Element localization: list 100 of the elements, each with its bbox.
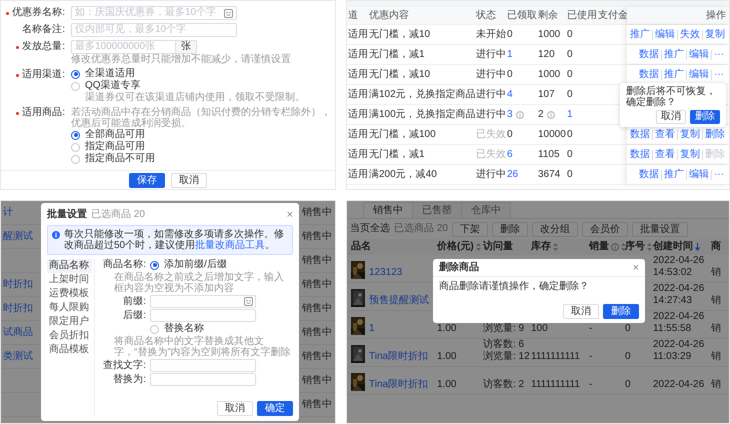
action-link[interactable]: 推广	[661, 170, 686, 180]
cancel-button[interactable]: 取消	[171, 172, 207, 188]
action-link[interactable]: 数据	[628, 150, 652, 160]
menu-item[interactable]: 会员折扣	[47, 329, 92, 343]
field-label: 替换为:	[112, 374, 146, 386]
tool-link[interactable]: 批量改商品工具	[195, 240, 266, 251]
hint-text: 若活动商品中存在分销商品（知识付费的分销专栏除外），优惠后可能造成利润受损。	[71, 107, 332, 129]
action-link[interactable]: 编辑	[686, 170, 711, 180]
radio-button[interactable]	[150, 324, 159, 334]
table-cell: 2	[538, 108, 544, 120]
action-link[interactable]: ···	[711, 70, 726, 80]
confirm-button[interactable]: 确定	[257, 401, 293, 416]
cancel-button[interactable]: 取消	[656, 110, 686, 124]
action-link[interactable]: 失效	[677, 30, 702, 40]
menu-item[interactable]: 限定用户	[47, 315, 92, 329]
menu-item[interactable]: 商品名称	[47, 259, 92, 273]
menu-item[interactable]: 商品模板	[47, 343, 92, 357]
product-link[interactable]: 1	[369, 323, 375, 335]
toolbar-button[interactable]: 改分组	[532, 222, 578, 236]
input-field[interactable]	[150, 295, 256, 308]
product-link[interactable]: 计	[1, 206, 41, 218]
radio-button[interactable]	[71, 82, 80, 90]
close-button[interactable]: ×	[286, 209, 293, 221]
action-link[interactable]: ···	[711, 50, 726, 60]
table-cell: 进行中	[476, 168, 506, 180]
table-cell: 0	[507, 68, 513, 80]
table-cell: 1000	[538, 68, 560, 80]
toolbar-button[interactable]: 会员价	[582, 222, 628, 236]
radio-button[interactable]	[150, 260, 159, 270]
product-link[interactable]: Tina限时折扣	[369, 351, 428, 363]
tab[interactable]: 销售中	[363, 202, 413, 218]
action-link[interactable]: 推广	[628, 30, 652, 40]
action-link[interactable]: 编辑	[686, 70, 711, 80]
product-link[interactable]: 类测试	[1, 350, 41, 362]
table-cell: 进行中	[476, 108, 506, 120]
close-button[interactable]: ×	[632, 262, 639, 274]
action-link[interactable]: 数据	[628, 130, 652, 140]
action-link[interactable]: 查看	[652, 150, 677, 160]
action-link[interactable]: 复制	[702, 30, 727, 40]
product-link[interactable]: 时折扣	[1, 278, 41, 290]
product-link[interactable]: 时折扣	[1, 302, 41, 314]
cancel-button[interactable]: 取消	[217, 401, 253, 416]
tab[interactable]: 已售罄	[412, 202, 462, 218]
count-link[interactable]: 26	[507, 168, 518, 180]
input-field[interactable]	[150, 373, 256, 386]
menu-item[interactable]: 上架时间	[47, 273, 92, 287]
table-cell-text: 浏览量: 9	[483, 323, 526, 335]
cancel-button[interactable]: 取消	[563, 304, 599, 319]
action-link[interactable]: ···	[711, 170, 726, 180]
toolbar-button[interactable]: 删除	[492, 222, 528, 236]
table-cell-text: 销售中	[301, 206, 333, 218]
field-label: 适用渠道:	[22, 69, 65, 81]
table-cell-text: 销售中	[301, 302, 333, 314]
delete-button[interactable]: 删除	[690, 110, 720, 124]
count-link[interactable]: 4	[507, 88, 513, 100]
product-link[interactable]: 预售提醒测试	[369, 295, 429, 307]
radio-button[interactable]	[71, 154, 80, 164]
product-link[interactable]: 123123	[369, 267, 402, 279]
table-cell-text: 销售中	[301, 350, 333, 362]
count-link[interactable]: 6	[507, 148, 513, 160]
table-cell: 进行中	[476, 88, 506, 100]
action-link[interactable]: 编辑	[686, 50, 711, 60]
table-cell-text: 销	[711, 267, 722, 279]
action-link[interactable]: 数据	[637, 70, 661, 80]
delete-button[interactable]: 删除	[603, 304, 639, 319]
input-field[interactable]	[150, 359, 256, 372]
table-cell: 已失效	[476, 128, 506, 140]
save-button[interactable]: 保存	[129, 172, 165, 188]
action-link[interactable]: 删除	[702, 130, 727, 140]
count-link[interactable]: 3	[507, 108, 513, 120]
table-cell: 进行中	[476, 48, 506, 60]
info-icon	[52, 231, 60, 239]
select-all-link[interactable]: 当页全选	[350, 223, 390, 235]
product-link[interactable]: Tina限时折扣	[369, 379, 428, 391]
menu-item[interactable]: 每人限购	[47, 301, 92, 315]
action-link[interactable]: 复制	[677, 150, 702, 160]
tab[interactable]: 仓库中	[461, 202, 511, 218]
action-link[interactable]: 查看	[652, 130, 677, 140]
table-cell: 进行中	[476, 68, 506, 80]
input-field[interactable]	[150, 309, 256, 322]
action-link[interactable]: 数据	[637, 170, 661, 180]
table-cell: 适用	[348, 108, 368, 120]
radio-button[interactable]	[71, 70, 80, 78]
radio-button[interactable]	[71, 130, 80, 140]
action-link[interactable]: 编辑	[652, 30, 677, 40]
menu-item[interactable]: 运费模板	[47, 287, 92, 301]
count-link[interactable]: 1	[507, 48, 513, 60]
toolbar-button[interactable]: 下架	[452, 222, 488, 236]
count-link[interactable]: 1	[567, 108, 573, 120]
action-link[interactable]: 复制	[677, 130, 702, 140]
action-link[interactable]: 数据	[637, 50, 661, 60]
product-link[interactable]: 试商品	[1, 326, 41, 338]
table-cell-text: 1111111111	[531, 351, 581, 363]
radio-button[interactable]	[71, 142, 80, 152]
input-field[interactable]: 最多100000000张 张	[71, 40, 197, 54]
action-link[interactable]: 推广	[661, 50, 686, 60]
toolbar-button[interactable]: 批量设置	[632, 222, 688, 236]
product-link[interactable]: 醒测试	[1, 230, 41, 242]
action-link[interactable]: 推广	[661, 70, 686, 80]
table-cell-text: 2022-04-26 11:03:29	[653, 339, 706, 363]
